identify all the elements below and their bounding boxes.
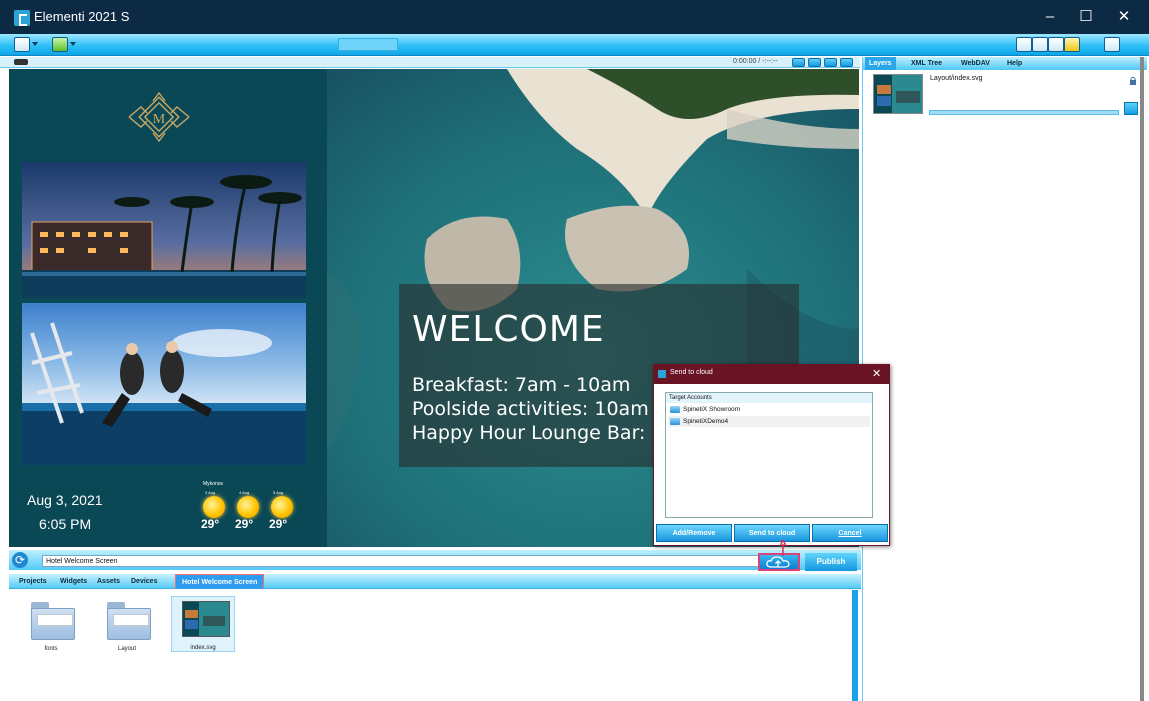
layer-item[interactable]: Layout/index.svg (871, 74, 1143, 116)
date-time-display: Aug 3, 2021 6:05 PM (27, 488, 103, 536)
weather-day: 4 Aug 29° (233, 490, 263, 540)
title-bar: Elementi 2021 S – ☐ ✕ (0, 0, 1149, 34)
send-to-cloud-confirm-button[interactable]: Send to cloud (734, 524, 810, 542)
asset-folder-layout[interactable]: Layout (95, 596, 159, 652)
weather-city: Mykonos (203, 481, 224, 487)
sun-icon (237, 496, 259, 518)
tab-projects[interactable]: Projects (13, 574, 53, 589)
layer-thumbnail (873, 74, 923, 114)
asset-browser: fonts Layout index.svg (9, 590, 852, 701)
document-icon[interactable] (1104, 37, 1120, 52)
menu-icon[interactable] (14, 37, 30, 52)
list-header: Target Accounts (666, 393, 872, 403)
resort-night-photo (22, 162, 306, 298)
asset-label: Layout (117, 646, 136, 652)
account-item[interactable]: SpinetiXDemo4 (668, 416, 870, 427)
target-accounts-list: Target Accounts SpinetiX Showroom Spinet… (665, 392, 873, 518)
chevron-down-icon[interactable] (70, 42, 76, 47)
dialog-title-bar: Send to cloud ✕ (654, 365, 889, 384)
tab-xml-tree[interactable]: XML Tree (907, 57, 946, 70)
asset-scrollbar[interactable] (852, 590, 858, 701)
welcome-line: Breakfast: 7am - 10am (412, 374, 631, 396)
welcome-title: WELCOME (412, 309, 605, 350)
cloud-account-icon (670, 418, 680, 425)
publish-button[interactable]: Publish (805, 553, 857, 571)
tab-help[interactable]: Help (1003, 57, 1026, 70)
text-layer-icon[interactable] (1016, 37, 1032, 52)
tab-assets[interactable]: Assets (91, 574, 126, 589)
weather-day: 3 Aug 29° (199, 490, 229, 540)
dialog-close-icon[interactable]: ✕ (872, 367, 881, 380)
weather-day: 5 Aug 29° (267, 490, 297, 540)
right-panel: Layers XML Tree WebDAV Help Layout/index… (862, 57, 1147, 701)
new-project-icon[interactable] (52, 37, 68, 52)
project-name-field[interactable]: Hotel Welcome Screen (42, 555, 760, 567)
right-panel-tabs: Layers XML Tree WebDAV Help (863, 57, 1147, 70)
media-icon[interactable] (1048, 37, 1064, 52)
cloud-account-icon (670, 406, 680, 413)
tab-webdav[interactable]: WebDAV (957, 57, 994, 70)
play-icon[interactable] (808, 58, 821, 67)
cloud-upload-icon (766, 556, 790, 568)
send-to-cloud-dialog: Send to cloud ✕ Target Accounts SpinetiX… (653, 364, 890, 546)
layer-progress (929, 110, 1119, 115)
stop-icon[interactable] (840, 58, 853, 67)
bottom-tabs: Projects Widgets Assets Devices Hotel We… (9, 574, 861, 589)
playback-bar: 0:00:00 / -:--:-- (0, 57, 860, 68)
folder-icon (31, 600, 75, 640)
refresh-icon[interactable]: ⟳ (12, 552, 28, 568)
seek-slider[interactable] (14, 59, 28, 65)
svg-thumbnail (182, 601, 230, 637)
asset-label: index.svg (190, 645, 216, 651)
add-remove-button[interactable]: Add/Remove (656, 524, 732, 542)
right-panel-scrollbar[interactable] (1140, 57, 1144, 701)
hotel-logo: M (128, 91, 190, 143)
weather-widget: Mykonos 3 Aug 29° 4 Aug 29° 5 Aug 29° (199, 481, 319, 541)
main-toolbar (0, 34, 1149, 56)
chevron-down-icon[interactable] (32, 42, 38, 47)
app-icon (14, 10, 30, 26)
layer-settings-icon[interactable] (1124, 102, 1138, 115)
dialog-title: Send to cloud (670, 369, 713, 376)
time-text: 6:05 PM (39, 516, 92, 532)
pointer-arrow (779, 540, 787, 556)
maximize-button[interactable]: ☐ (1066, 4, 1106, 30)
layer-path: Layout/index.svg (930, 75, 983, 82)
left-info-panel: M Aug 3, 2021 6:05 PM Mykonos 3 Aug 29° … (9, 69, 327, 547)
folder-icon (107, 600, 151, 640)
welcome-line: Happy Hour Lounge Bar: (412, 422, 646, 444)
rewind-icon[interactable] (792, 58, 805, 67)
sun-icon (203, 496, 225, 518)
minimize-button[interactable]: – (1030, 4, 1070, 30)
asset-label: fonts (44, 646, 58, 652)
tab-hotel-welcome-screen[interactable]: Hotel Welcome Screen (175, 574, 265, 589)
window-title: Elementi 2021 S (34, 9, 130, 24)
app-icon (658, 370, 666, 378)
svg-text:M: M (153, 112, 166, 127)
tab-devices[interactable]: Devices (125, 574, 163, 589)
sun-icon (271, 496, 293, 518)
lock-icon[interactable] (1129, 76, 1137, 85)
account-item[interactable]: SpinetiX Showroom (668, 404, 870, 415)
tab-widgets[interactable]: Widgets (54, 574, 93, 589)
asset-file-index-svg[interactable]: index.svg (171, 596, 235, 652)
date-text: Aug 3, 2021 (27, 492, 103, 508)
layout-icon[interactable] (1032, 37, 1048, 52)
cancel-button[interactable]: Cancel (812, 524, 888, 542)
welcome-line: Poolside activities: 10am (412, 398, 649, 420)
toolbar-select[interactable] (338, 38, 398, 51)
playback-time: 0:00:00 / -:--:-- (733, 58, 778, 65)
fast-forward-icon[interactable] (824, 58, 837, 67)
asset-folder-fonts[interactable]: fonts (19, 596, 83, 652)
close-button[interactable]: ✕ (1104, 4, 1144, 30)
project-bar: ⟳ Hotel Welcome Screen (9, 550, 861, 570)
divers-photo (22, 303, 306, 465)
widget-icon[interactable] (1064, 37, 1080, 52)
tab-layers[interactable]: Layers (865, 57, 896, 70)
